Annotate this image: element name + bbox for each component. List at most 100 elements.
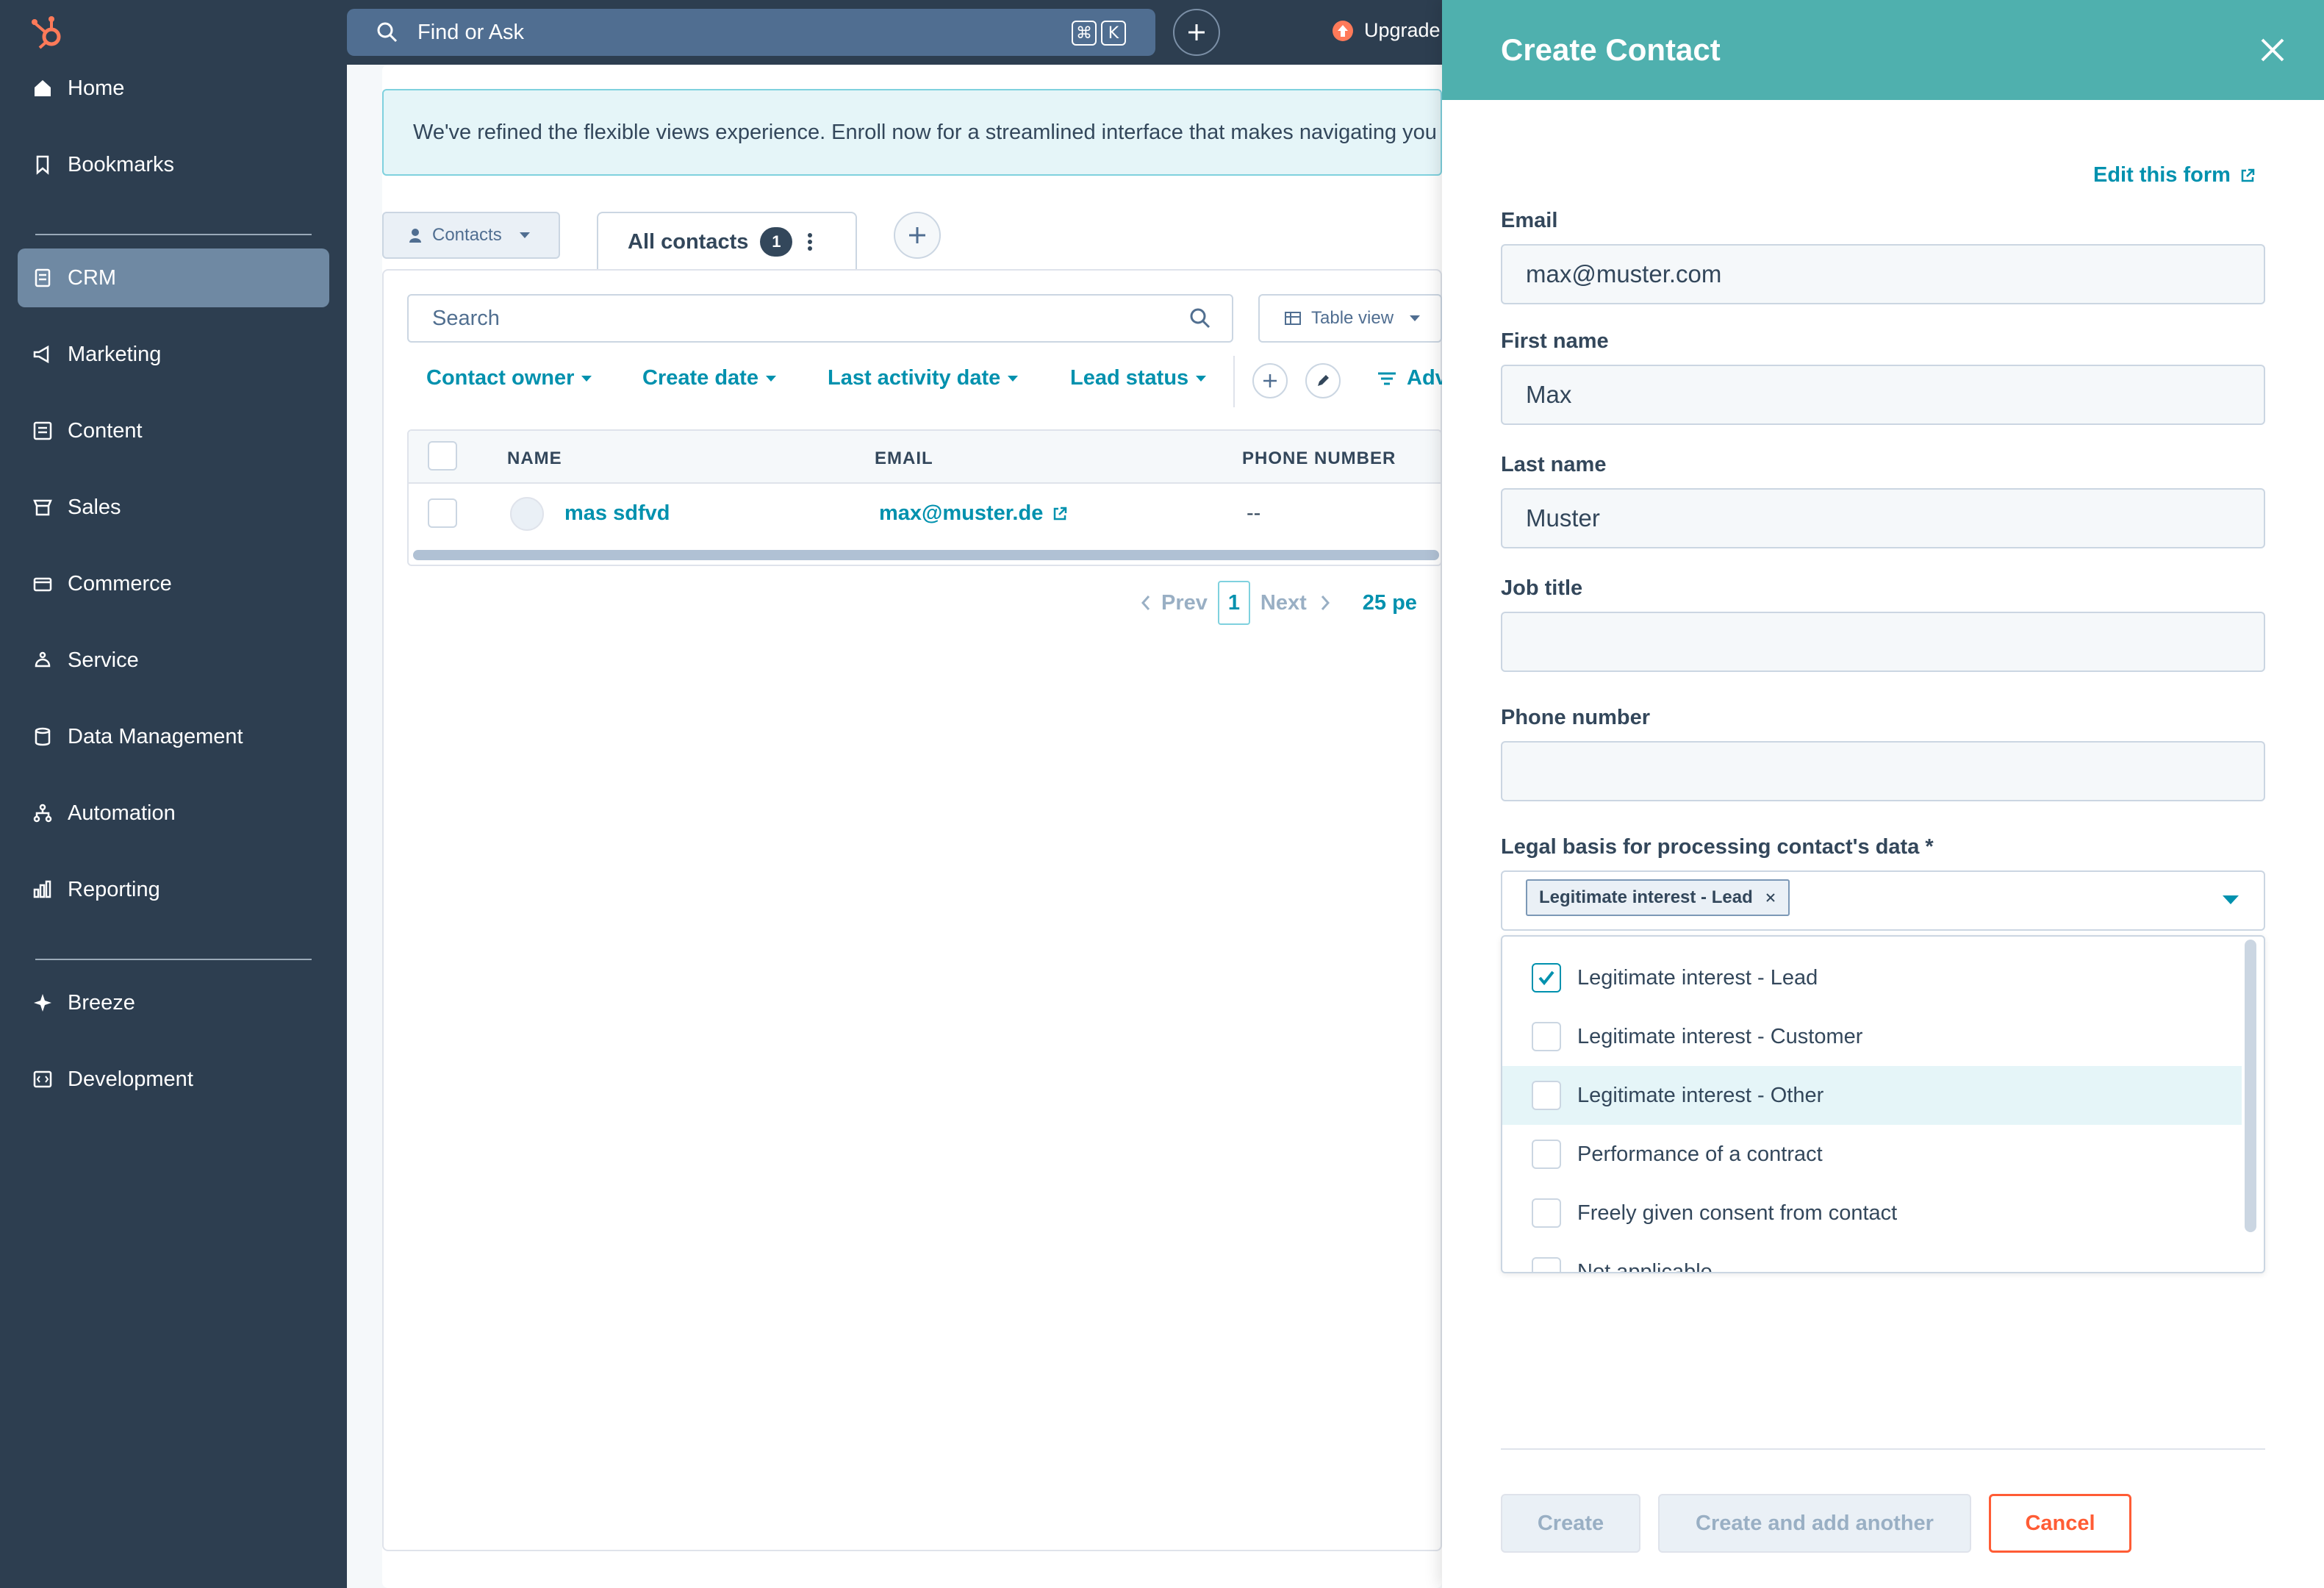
content-icon [32,421,53,441]
edit-form-label: Edit this form [2093,163,2231,187]
dropdown-option[interactable]: Not applicable [1502,1242,2242,1272]
select-all-checkbox[interactable] [428,441,457,471]
person-icon [409,228,422,243]
next-button[interactable]: Next [1260,591,1330,615]
more-options-icon[interactable] [807,232,813,251]
plus-icon [1186,22,1207,43]
option-checkbox[interactable] [1532,963,1561,992]
edit-filters-button[interactable] [1305,363,1341,398]
per-page-selector[interactable]: 25 pe [1363,591,1417,615]
sidebar-item-label: CRM [68,265,117,290]
caret-down-icon [765,375,776,382]
contact-name-link[interactable]: mas sdfvd [564,501,670,526]
sidebar-item-reporting[interactable]: Reporting [18,860,329,919]
option-checkbox[interactable] [1532,1257,1561,1272]
option-label: Legitimate interest - Customer [1577,1024,1863,1048]
sidebar-item-content[interactable]: Content [18,401,329,460]
upgrade-icon [1332,20,1354,42]
last-name-label: Last name [1501,453,1607,476]
last-name-field[interactable]: Muster [1501,488,2265,548]
add-view-button[interactable] [894,212,941,259]
horizontal-scrollbar[interactable] [413,550,1439,560]
column-header-email[interactable]: EMAIL [875,448,933,469]
dropdown-option[interactable]: Freely given consent from contact [1502,1184,2242,1242]
dropdown-scrollbar[interactable] [2245,940,2256,1232]
option-checkbox[interactable] [1532,1022,1561,1051]
table-view-label: Table view [1311,308,1394,328]
dropdown-option[interactable]: Legitimate interest - Lead [1502,948,2242,1007]
add-filter-button[interactable] [1252,363,1288,398]
first-name-field[interactable]: Max [1501,365,2265,425]
sidebar-item-data-management[interactable]: Data Management [18,707,329,766]
nav-divider [35,234,312,235]
external-link-icon [1052,506,1068,522]
sparkle-icon [32,992,53,1013]
table-search-input[interactable]: Search [407,294,1233,343]
cancel-button[interactable]: Cancel [1989,1494,2131,1553]
close-icon[interactable] [2255,32,2290,68]
filter-last-activity-date[interactable]: Last activity date [828,366,1019,390]
contact-email-link[interactable]: max@muster.de [879,501,1068,526]
sidebar-item-commerce[interactable]: Commerce [18,554,329,613]
create-and-add-another-button[interactable]: Create and add another [1658,1494,1971,1553]
code-icon [32,1069,53,1090]
row-checkbox[interactable] [428,498,457,528]
option-checkbox[interactable] [1532,1198,1561,1228]
filter-label: Lead status [1070,366,1189,390]
column-header-name[interactable]: NAME [507,448,562,469]
sidebar-item-sales[interactable]: Sales [18,478,329,537]
home-icon [32,78,53,99]
sidebar-item-breeze[interactable]: Breeze [18,973,329,1032]
option-label: Legitimate interest - Lead [1577,965,1818,990]
sidebar-item-label: Development [68,1067,193,1091]
hubspot-logo[interactable] [29,13,68,51]
prev-button[interactable]: Prev [1141,591,1208,615]
option-checkbox[interactable] [1532,1081,1561,1110]
filter-create-date[interactable]: Create date [642,366,776,390]
caret-down-icon[interactable] [2223,895,2239,904]
dropdown-option[interactable]: Legitimate interest - Customer [1502,1007,2242,1066]
job-title-field[interactable] [1501,612,2265,672]
sidebar-item-label: Breeze [68,990,135,1015]
caret-down-icon [1410,315,1421,321]
edit-form-link[interactable]: Edit this form [2093,163,2256,187]
page-number-current[interactable]: 1 [1217,581,1250,625]
avatar [510,497,544,531]
column-header-phone[interactable]: PHONE NUMBER [1242,448,1396,469]
filter-label: Create date [642,366,758,390]
option-label: Legitimate interest - Other [1577,1083,1824,1107]
upgrade-link[interactable]: Upgrade [1332,19,1441,42]
object-selector-label: Contacts [432,225,502,245]
sidebar-item-home[interactable]: Home [18,59,329,118]
dropdown-option[interactable]: Legitimate interest - Other [1502,1066,2242,1125]
sidebar-item-crm[interactable]: CRM [18,248,329,307]
phone-number-field[interactable] [1501,741,2265,801]
filter-contact-owner[interactable]: Contact owner [426,366,592,390]
filter-lead-status[interactable]: Lead status [1070,366,1207,390]
sidebar-item-marketing[interactable]: Marketing [18,325,329,384]
tab-all-contacts[interactable]: All contacts 1 [597,212,857,271]
create-button[interactable]: Create [1501,1494,1640,1553]
sidebar-item-automation[interactable]: Automation [18,784,329,843]
table-view-selector[interactable]: Table view [1258,294,1442,343]
selected-tag-label: Legitimate interest - Lead [1539,887,1753,907]
prev-label: Prev [1161,590,1208,615]
sidebar-item-service[interactable]: Service [18,631,329,690]
search-icon [376,21,398,43]
dropdown-option[interactable]: Performance of a contract [1502,1125,2242,1184]
sidebar-item-bookmarks[interactable]: Bookmarks [18,135,329,194]
shortcut-key-k: K [1101,21,1126,46]
object-selector[interactable]: Contacts [382,212,560,259]
advanced-filters-button[interactable]: Adv [1377,366,1447,390]
legal-basis-dropdown: Legitimate interest - Lead Legitimate int… [1501,935,2265,1273]
quick-create-button[interactable] [1173,9,1220,56]
sidebar-item-development[interactable]: Development [18,1050,329,1109]
option-checkbox[interactable] [1532,1140,1561,1169]
checkmark-icon [1538,970,1554,986]
global-search-input[interactable]: Find or Ask ⌘ K [347,9,1155,56]
email-field[interactable]: max@muster.com [1501,244,2265,304]
tab-count-badge: 1 [760,227,793,257]
remove-tag-icon[interactable] [1765,892,1776,904]
nav-divider [35,959,312,960]
reporting-icon [32,879,53,900]
